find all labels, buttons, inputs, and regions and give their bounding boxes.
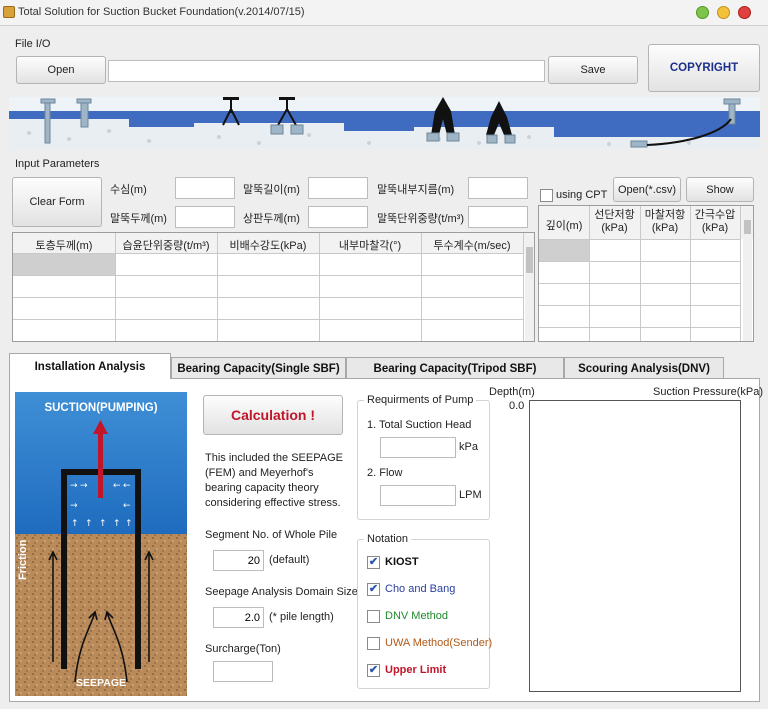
foundation-banner-image (9, 97, 760, 149)
pile-inner-diameter-label: 말뚝내부지름(m) (377, 184, 455, 196)
svg-text:←: ← (123, 481, 131, 491)
soil-header-friction-angle: 내부마찰각(°) (338, 240, 402, 252)
close-icon[interactable] (738, 6, 751, 19)
calculation-description: This included the SEEPAGE (FEM) and Meye… (205, 452, 343, 509)
seepage-domain-label: Seepage Analysis Domain Size (205, 586, 358, 598)
file-io-label: File I/O (15, 38, 51, 50)
depth-axis-label: Depth(m) (489, 386, 535, 398)
svg-text:↑: ↑ (125, 519, 133, 529)
suction-diagram: → → ← ← → ← ↑ ↑ ↑ ↑ ↑ SUCTION(PUMPING) Friction … (15, 392, 187, 696)
water-depth-label: 수심(m) (110, 184, 147, 196)
save-button[interactable]: Save (548, 56, 638, 84)
suction-diagram-graphic: → → ← ← → ← ↑ ↑ ↑ ↑ ↑ (15, 392, 187, 696)
pile-inner-diameter-input[interactable] (468, 177, 528, 199)
notation-checkbox[interactable]: ✔ (367, 664, 380, 677)
pile-thickness-label: 말뚝두께(m) (110, 213, 167, 225)
pressure-axis-label: Suction Pressure(kPa) (653, 386, 764, 398)
depth-origin-label: 0.0 (509, 400, 525, 412)
flow-label: 2. Flow (367, 467, 403, 479)
soil-header-wet-unit-weight: 습윤단위중량(t/m³) (122, 240, 210, 252)
notation-checkbox[interactable] (367, 610, 380, 623)
flow-input[interactable] (380, 485, 456, 506)
tab-bearing-capacity-tripod[interactable]: Bearing Capacity(Tripod SBF) (346, 357, 564, 379)
pile-unit-weight-label: 말뚝단위중량(t/m³) (377, 213, 464, 225)
soil-header-permeability: 투수계수(m/sec) (433, 240, 511, 252)
segment-input[interactable] (213, 550, 264, 571)
notation-label: Cho and Bang (385, 583, 456, 595)
notation-checkbox[interactable]: ✔ (367, 583, 380, 596)
seepage-label: SEEPAGE (76, 677, 126, 689)
svg-text:→: → (80, 481, 88, 491)
top-plate-thickness-input[interactable] (308, 206, 368, 228)
svg-text:→: → (70, 501, 78, 511)
tab-bearing-capacity-single[interactable]: Bearing Capacity(Single SBF) (171, 357, 346, 379)
soil-header-undrained-strength: 비배수강도(kPa) (229, 240, 307, 252)
cpt-header-pore-pressure: 간극수압 (kPa) (694, 209, 736, 234)
seepage-domain-input[interactable] (213, 607, 264, 628)
svg-text:↑: ↑ (113, 519, 121, 529)
app-icon (3, 6, 15, 18)
suction-pressure-plot (529, 400, 741, 692)
notation-checkbox[interactable]: ✔ (367, 556, 380, 569)
suction-head-unit: kPa (459, 441, 478, 453)
notation-title: Notation (364, 533, 411, 545)
surcharge-input[interactable] (213, 661, 273, 682)
soil-header-thickness: 토층두께(m) (35, 240, 93, 252)
seepage-domain-hint: (* pile length) (269, 611, 334, 623)
suction-head-label: 1. Total Suction Head (367, 419, 472, 431)
open-csv-button[interactable]: Open(*.csv) (613, 177, 681, 202)
cpt-header-friction-resistance: 마찰저항 (kPa) (644, 209, 686, 234)
notation-label: Upper Limit (385, 664, 447, 676)
suction-head-input[interactable] (380, 437, 456, 458)
segment-label: Segment No. of Whole Pile (205, 529, 338, 541)
notation-label: UWA Method(Sender) (385, 637, 493, 649)
notation-label: DNV Method (385, 610, 448, 622)
minimize-icon[interactable] (696, 6, 709, 19)
svg-text:←: ← (113, 481, 121, 491)
soil-layer-grid[interactable]: 토층두께(m) 습윤단위중량(t/m³) 비배수강도(kPa) 내부마찰각(°)… (12, 232, 535, 342)
notation-label: KIOST (385, 556, 419, 568)
svg-text:↑: ↑ (71, 519, 79, 529)
show-button[interactable]: Show (686, 177, 754, 202)
friction-label: Friction (17, 539, 29, 580)
svg-text:←: ← (123, 501, 131, 511)
title-bar: Total Solution for Suction Bucket Founda… (0, 0, 768, 26)
input-parameters-label: Input Parameters (15, 158, 100, 170)
tab-installation-analysis[interactable]: Installation Analysis (9, 353, 171, 379)
water-depth-input[interactable] (175, 177, 235, 199)
calculation-button[interactable]: Calculation ! (203, 395, 343, 435)
using-cpt-checkbox[interactable] (540, 189, 553, 202)
cpt-header-tip-resistance: 선단저항 (kPa) (594, 209, 635, 234)
clear-form-button[interactable]: Clear Form (12, 177, 102, 227)
svg-text:→: → (70, 481, 78, 491)
window-title: Total Solution for Suction Bucket Founda… (18, 6, 305, 18)
surcharge-label: Surcharge(Ton) (205, 643, 281, 655)
pile-unit-weight-input[interactable] (468, 206, 528, 228)
cpt-grid[interactable]: 깊이(m) 선단저항 (kPa) 마찰저항 (kPa) 간극수압 (kPa) (538, 205, 754, 342)
copyright-button[interactable]: COPYRIGHT (648, 44, 760, 92)
flow-unit: LPM (459, 489, 482, 501)
maximize-icon[interactable] (717, 6, 730, 19)
pile-thickness-input[interactable] (175, 206, 235, 228)
using-cpt-label: using CPT (556, 189, 608, 201)
pile-length-label: 말뚝길이(m) (243, 184, 300, 196)
pump-requirements-title: Requirments of Pump (364, 394, 477, 406)
file-path-input[interactable] (108, 60, 545, 82)
open-button[interactable]: Open (16, 56, 106, 84)
svg-text:↑: ↑ (99, 519, 107, 529)
tab-scouring-analysis[interactable]: Scouring Analysis(DNV) (564, 357, 724, 379)
svg-text:↑: ↑ (85, 519, 93, 529)
diagram-title: SUCTION(PUMPING) (44, 402, 158, 414)
cpt-header-depth: 깊이(m) (545, 220, 583, 232)
top-plate-thickness-label: 상판두께(m) (243, 213, 300, 225)
segment-hint: (default) (269, 554, 310, 566)
pile-length-input[interactable] (308, 177, 368, 199)
notation-checkbox[interactable] (367, 637, 380, 650)
installation-analysis-panel: → → ← ← → ← ↑ ↑ ↑ ↑ ↑ SUCTION(PUMPING) Friction … (9, 378, 764, 702)
